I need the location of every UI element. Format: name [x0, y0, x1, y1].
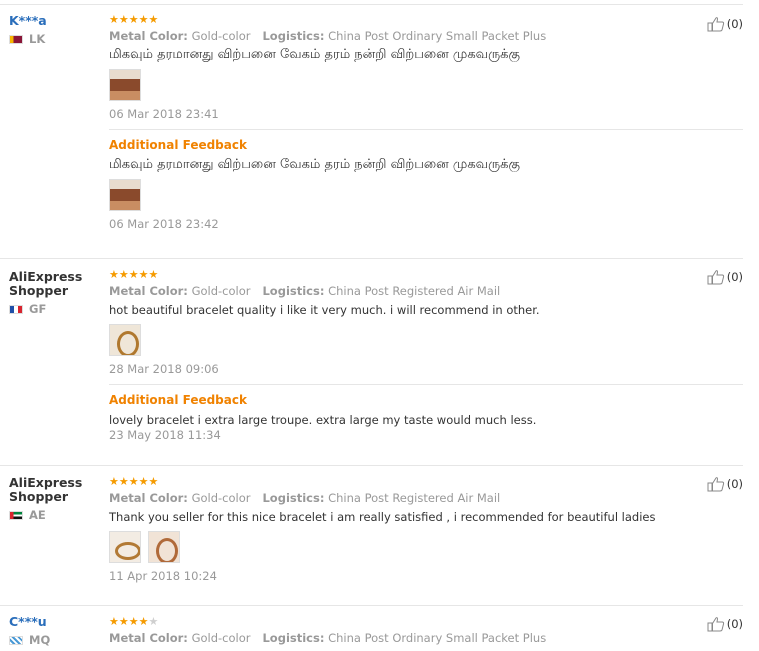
country-code: LK — [29, 32, 46, 46]
review-text: hot beautiful bracelet quality i like it… — [109, 303, 540, 317]
reviewer-country: LK — [9, 32, 104, 46]
review-content: ★★★★★ Metal Color: Gold-color Logistics: … — [109, 476, 739, 583]
review-photos — [109, 69, 739, 101]
metal-value: Gold-color — [191, 29, 251, 43]
reviewer-name: AliExpress Shopper — [9, 475, 83, 504]
flag-mq-icon — [9, 635, 23, 645]
review-photo-thumbnail[interactable] — [109, 69, 141, 101]
logistics-label: Logistics: — [262, 631, 325, 645]
review-content: ★★★★★ Metal Color: Gold-color Logistics: … — [109, 14, 743, 231]
flag-ae-icon — [9, 510, 23, 520]
reviewer-info: AliExpress Shopper GF — [9, 270, 104, 316]
review-text: மிகவும் தரமானது விற்பனை வேகம் தரம் நன்றி… — [109, 47, 520, 62]
logistics-value: China Post Ordinary Small Packet Plus — [328, 631, 547, 645]
additional-feedback-title: Additional Feedback — [109, 393, 247, 407]
helpful-vote[interactable]: (0) — [707, 16, 743, 32]
star-rating: ★★★★★ — [109, 14, 739, 26]
stars-empty: ★ — [148, 615, 159, 628]
reviewer-country: GF — [9, 302, 104, 316]
helpful-count: (0) — [726, 617, 743, 631]
metal-value: Gold-color — [191, 491, 251, 505]
review-meta: Metal Color: Gold-color Logistics: China … — [109, 284, 739, 299]
star-rating: ★★★★★ — [109, 476, 739, 488]
reviewer-info: C***u MQ — [9, 615, 104, 647]
feedback-photos — [109, 179, 739, 211]
reviewer-country: AE — [9, 508, 104, 522]
helpful-count: (0) — [726, 477, 743, 491]
review-photos — [109, 531, 739, 563]
metal-label: Metal Color: — [109, 491, 188, 505]
metal-label: Metal Color: — [109, 284, 188, 298]
feedback-date: 23 May 2018 11:34 — [109, 428, 221, 442]
feedback-text: lovely bracelet i extra large troupe. ex… — [109, 413, 537, 427]
review-date: 11 Apr 2018 10:24 — [109, 569, 217, 583]
reviewer-name[interactable]: C***u — [9, 615, 104, 629]
logistics-label: Logistics: — [262, 284, 325, 298]
helpful-count: (0) — [726, 270, 743, 284]
review-meta: Metal Color: Gold-color Logistics: China … — [109, 631, 739, 646]
reviewer-info: K***a LK — [9, 14, 104, 46]
reviewer-name: AliExpress Shopper — [9, 269, 83, 298]
review-divider — [0, 465, 743, 466]
review-date: 28 Mar 2018 09:06 — [109, 362, 219, 376]
feedback-photo-thumbnail[interactable] — [109, 179, 141, 211]
feedback-date: 06 Mar 2018 23:42 — [109, 217, 219, 231]
top-divider — [0, 4, 743, 5]
star-rating: ★★★★★ — [109, 616, 739, 628]
metal-label: Metal Color: — [109, 29, 188, 43]
review-text: Thank you seller for this nice bracelet … — [109, 510, 656, 524]
metal-label: Metal Color: — [109, 631, 188, 645]
stars-filled: ★★★★ — [109, 615, 149, 628]
helpful-count: (0) — [726, 17, 743, 31]
country-code: AE — [29, 508, 46, 522]
stars-filled: ★★★★★ — [109, 13, 159, 26]
reviewer-info: AliExpress Shopper AE — [9, 476, 104, 522]
review-divider — [0, 605, 743, 606]
review-meta: Metal Color: Gold-color Logistics: China … — [109, 29, 739, 44]
flag-gf-icon — [9, 304, 23, 314]
review-content: ★★★★★ Metal Color: Gold-color Logistics: … — [109, 269, 743, 442]
feedback-divider — [109, 129, 743, 130]
review-meta: Metal Color: Gold-color Logistics: China … — [109, 491, 739, 506]
thumbs-up-icon[interactable] — [707, 616, 725, 632]
review-date: 06 Mar 2018 23:41 — [109, 107, 219, 121]
review-photo-thumbnail[interactable] — [109, 324, 141, 356]
logistics-value: China Post Ordinary Small Packet Plus — [328, 29, 547, 43]
country-code: MQ — [29, 633, 51, 647]
thumbs-up-icon[interactable] — [707, 269, 725, 285]
star-rating: ★★★★★ — [109, 269, 739, 281]
review-photo-thumbnail[interactable] — [148, 531, 180, 563]
logistics-label: Logistics: — [262, 29, 325, 43]
metal-value: Gold-color — [191, 631, 251, 645]
country-code: GF — [29, 302, 47, 316]
stars-filled: ★★★★★ — [109, 268, 159, 281]
review-photos — [109, 324, 739, 356]
reviewer-country: MQ — [9, 633, 104, 647]
review-content: ★★★★★ Metal Color: Gold-color Logistics: … — [109, 616, 739, 646]
logistics-label: Logistics: — [262, 491, 325, 505]
review-photo-thumbnail[interactable] — [109, 531, 141, 563]
reviewer-name[interactable]: K***a — [9, 14, 104, 28]
helpful-vote[interactable]: (0) — [707, 616, 743, 632]
stars-filled: ★★★★★ — [109, 475, 159, 488]
thumbs-up-icon[interactable] — [707, 16, 725, 32]
review-divider — [0, 258, 743, 259]
logistics-value: China Post Registered Air Mail — [328, 491, 501, 505]
thumbs-up-icon[interactable] — [707, 476, 725, 492]
flag-lk-icon — [9, 34, 23, 44]
metal-value: Gold-color — [191, 284, 251, 298]
helpful-vote[interactable]: (0) — [707, 269, 743, 285]
feedback-text: மிகவும் தரமானது விற்பனை வேகம் தரம் நன்றி… — [109, 157, 520, 172]
helpful-vote[interactable]: (0) — [707, 476, 743, 492]
additional-feedback-title: Additional Feedback — [109, 138, 247, 152]
feedback-divider — [109, 384, 743, 385]
logistics-value: China Post Registered Air Mail — [328, 284, 501, 298]
